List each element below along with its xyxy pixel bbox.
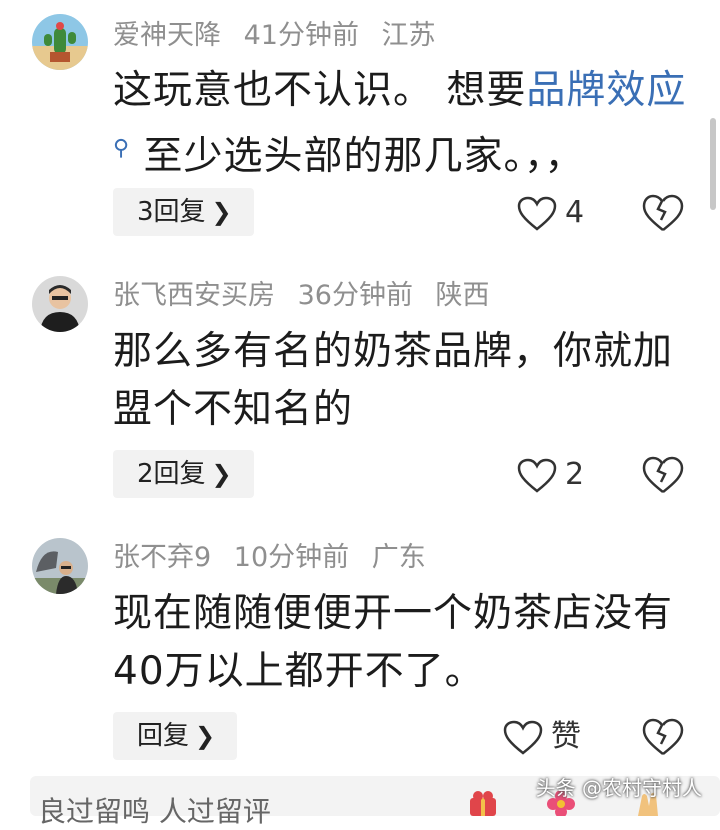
avatar[interactable]	[32, 276, 88, 332]
broken-heart-icon	[642, 194, 684, 231]
comment-text: 这玩意也不认识。 想要品牌效应⚲ 至少选头部的那几家。，，	[113, 68, 687, 179]
comment-meta: 爱神天降 41分钟前 江苏	[113, 18, 450, 54]
dislike-button[interactable]	[640, 452, 686, 498]
comment-meta: 张飞西安买房 36分钟前 陕西	[113, 278, 504, 314]
watermark: 头条 @农村守村人	[535, 776, 702, 800]
like-button[interactable]: 赞	[503, 712, 581, 762]
chevron-right-icon: ❯	[211, 198, 232, 226]
heart-outline-icon	[503, 720, 543, 755]
comment-meta: 张不弃9 10分钟前 广东	[113, 540, 440, 576]
broken-heart-icon	[642, 456, 684, 493]
dislike-button[interactable]	[640, 714, 686, 760]
location: 江苏	[381, 20, 436, 51]
search-icon[interactable]: ⚲	[113, 136, 130, 161]
timestamp: 36分钟前	[297, 280, 413, 311]
username[interactable]: 爱神天降	[113, 20, 221, 51]
avatar[interactable]	[32, 14, 88, 70]
location: 陕西	[435, 280, 490, 311]
location: 广东	[371, 542, 426, 573]
heart-outline-icon	[517, 458, 557, 493]
username[interactable]: 张飞西安买房	[113, 280, 275, 311]
heart-outline-icon	[517, 196, 557, 231]
like-button[interactable]: 4	[517, 188, 584, 238]
chevron-right-icon: ❯	[195, 722, 216, 750]
broken-heart-icon	[642, 718, 684, 755]
gift-icon[interactable]	[466, 790, 500, 816]
like-label: 赞	[551, 719, 581, 754]
timestamp: 10分钟前	[233, 542, 350, 573]
reply-button[interactable]: 3回复 ❯	[113, 188, 254, 236]
reply-button[interactable]: 回复 ❯	[113, 712, 238, 760]
scrollbar[interactable]	[710, 118, 716, 210]
timestamp: 41分钟前	[243, 20, 359, 51]
like-button[interactable]: 2	[517, 450, 584, 500]
like-count: 2	[565, 457, 585, 492]
dislike-button[interactable]	[640, 190, 686, 236]
comment-input[interactable]: 良过留鸣 人过留评	[38, 790, 271, 830]
comment-text: 现在随随便便开一个奶茶店没有40万以上都开不了。	[113, 591, 674, 694]
username[interactable]: 张不弃9	[113, 542, 211, 573]
chevron-right-icon: ❯	[211, 460, 232, 488]
avatar[interactable]	[32, 538, 88, 594]
comment-text: 那么多有名的奶茶品牌，你就加盟个不知名的	[113, 329, 674, 432]
search-link[interactable]: 品牌效应	[526, 68, 686, 113]
like-count: 4	[565, 195, 585, 230]
reply-button[interactable]: 2回复 ❯	[113, 450, 254, 498]
